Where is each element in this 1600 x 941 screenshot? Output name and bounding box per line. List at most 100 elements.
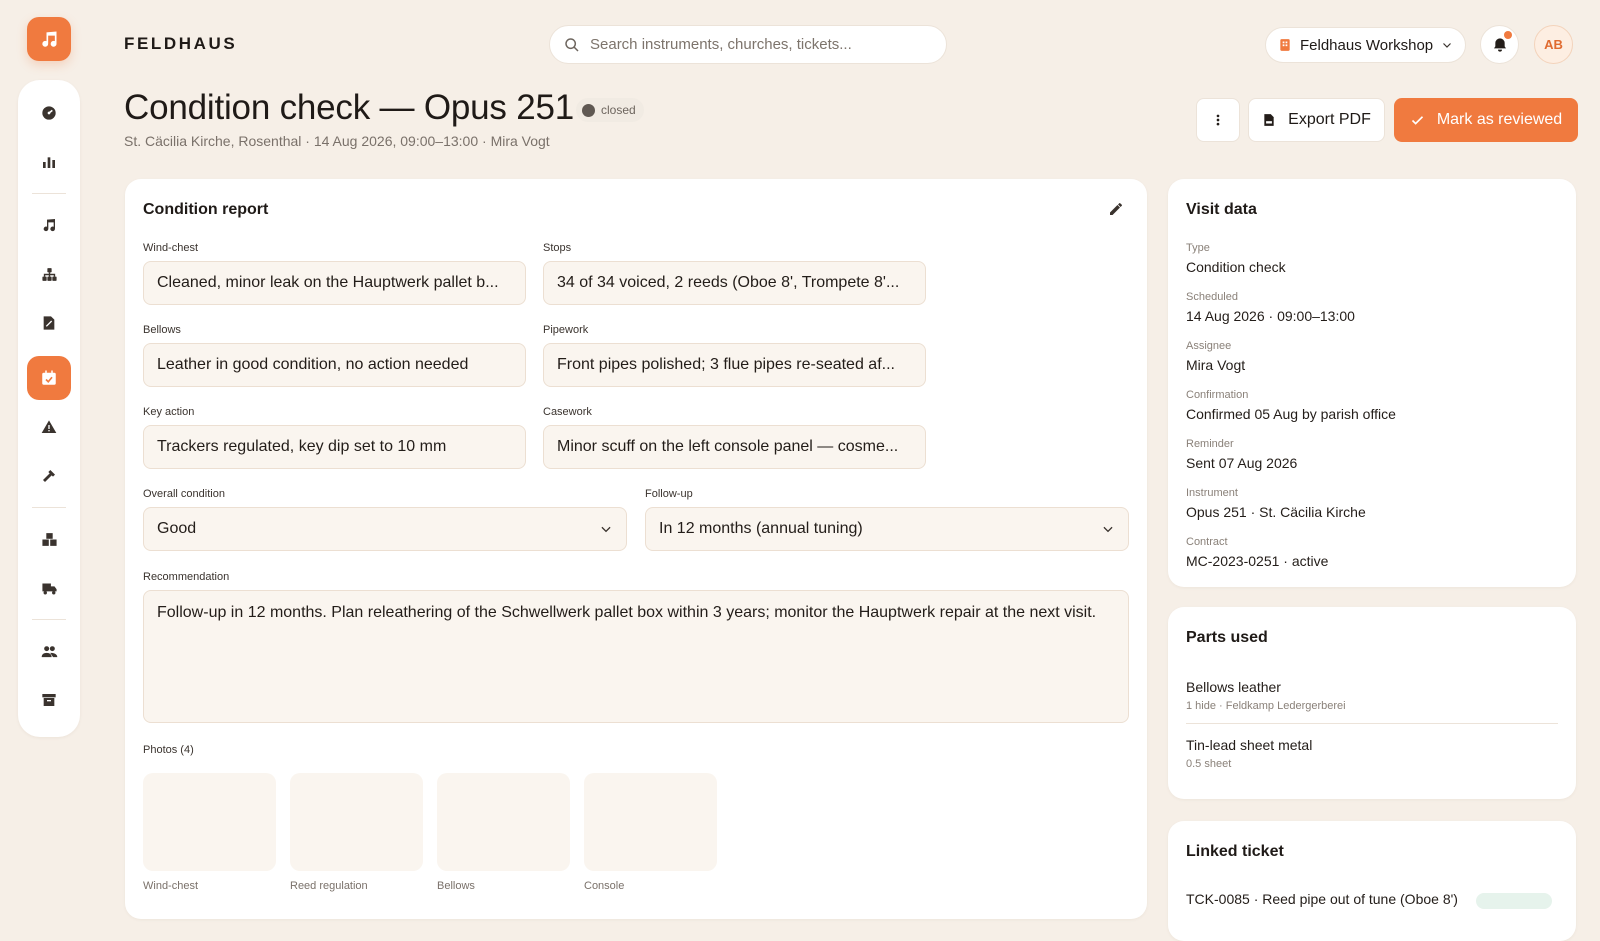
linked-ticket-link[interactable]: TCK-0085 · Reed pipe out of tune (Oboe 8… bbox=[1186, 891, 1458, 907]
search-placeholder: Search instruments, churches, tickets... bbox=[590, 36, 852, 53]
bellows-label: Bellows bbox=[143, 324, 181, 336]
nav-divider bbox=[32, 619, 66, 620]
key-action-field[interactable]: Trackers regulated, key dip set to 10 mm bbox=[143, 425, 526, 469]
linked-ticket-card: Linked ticket TCK-0085 · Reed pipe out o… bbox=[1168, 821, 1576, 941]
stops-label: Stops bbox=[543, 242, 572, 254]
nav-divider bbox=[32, 507, 66, 508]
parts-used-title: Parts used bbox=[1186, 629, 1268, 646]
overall-condition-value: Good bbox=[157, 520, 197, 537]
visit-data-card: Visit data Type Condition check Schedule… bbox=[1168, 179, 1576, 587]
analytics-icon bbox=[43, 157, 55, 168]
sidebar-nav bbox=[18, 80, 80, 737]
photo-thumbnail[interactable] bbox=[143, 773, 276, 871]
pipework-label: Pipework bbox=[543, 324, 589, 336]
recommendation-textarea[interactable]: Follow-up in 12 months. Plan releatherin… bbox=[143, 590, 1129, 723]
page-title: Condition check — Opus 251 bbox=[124, 88, 575, 127]
bellows-field[interactable]: Leather in good condition, no action nee… bbox=[143, 343, 526, 387]
parts-used-card: Parts used Bellows leather 1 hide · Feld… bbox=[1168, 607, 1576, 799]
music-note-icon bbox=[42, 31, 57, 47]
nav-analytics[interactable] bbox=[27, 140, 71, 184]
calendar-icon bbox=[42, 370, 56, 385]
condition-report-title: Condition report bbox=[143, 201, 269, 218]
inventory-icon bbox=[41, 532, 57, 546]
page-subtitle: St. Cäcilia Kirche, Rosenthal · 14 Aug 2… bbox=[124, 133, 550, 149]
nav-tools[interactable] bbox=[27, 454, 71, 498]
stops-field[interactable]: 34 of 34 voiced, 2 reeds (Oboe 8', Tromp… bbox=[543, 261, 926, 305]
casework-label: Casework bbox=[543, 406, 592, 418]
wind-chest-field[interactable]: Cleaned, minor leak on the Hauptwerk pal… bbox=[143, 261, 526, 305]
visit-row-label: Type bbox=[1186, 242, 1210, 254]
visit-row-label: Assignee bbox=[1186, 340, 1232, 352]
follow-up-label: Follow-up bbox=[645, 488, 693, 500]
notifications-button[interactable] bbox=[1480, 25, 1519, 64]
follow-up-value: In 12 months (annual tuning) bbox=[659, 520, 863, 537]
instruments-icon bbox=[43, 219, 56, 232]
status-badge: closed bbox=[576, 98, 644, 122]
more-options-button[interactable] bbox=[1196, 98, 1240, 142]
visit-row-label: Scheduled bbox=[1186, 291, 1238, 303]
visit-row-value: Opus 251 · St. Cäcilia Kirche bbox=[1186, 504, 1366, 520]
export-pdf-button[interactable]: Export PDF bbox=[1248, 98, 1385, 142]
bellows-value: Leather in good condition, no action nee… bbox=[157, 356, 469, 373]
workspace-name: Feldhaus Workshop bbox=[1300, 36, 1434, 54]
photo-caption: Console bbox=[584, 880, 625, 892]
casework-field[interactable]: Minor scuff on the left console panel — … bbox=[543, 425, 926, 469]
overall-condition-select[interactable]: Good bbox=[143, 507, 627, 551]
status-dot bbox=[582, 103, 595, 117]
overall-condition-label: Overall condition bbox=[143, 488, 225, 500]
nav-reports[interactable] bbox=[27, 301, 71, 345]
nav-inventory[interactable] bbox=[27, 517, 71, 561]
nav-archive[interactable] bbox=[27, 678, 71, 722]
photo-thumbnail[interactable] bbox=[290, 773, 423, 871]
organization-icon bbox=[41, 267, 57, 281]
nav-team[interactable] bbox=[27, 629, 71, 673]
part-divider bbox=[1186, 723, 1558, 724]
chevron-down-icon bbox=[601, 526, 611, 533]
visit-row-value: Sent 07 Aug 2026 bbox=[1186, 455, 1298, 471]
status-label: closed bbox=[601, 103, 636, 117]
notification-dot bbox=[1504, 31, 1512, 39]
pipework-field[interactable]: Front pipes polished; 3 flue pipes re-se… bbox=[543, 343, 926, 387]
stops-value: 34 of 34 voiced, 2 reeds (Oboe 8', Tromp… bbox=[557, 274, 900, 291]
nav-warnings[interactable] bbox=[27, 405, 71, 449]
photo-thumbnail[interactable] bbox=[437, 773, 570, 871]
search-input[interactable]: Search instruments, churches, tickets... bbox=[549, 25, 947, 64]
check-icon bbox=[1411, 115, 1423, 125]
dashboard-icon bbox=[42, 106, 56, 120]
part-name: Tin-lead sheet metal bbox=[1186, 737, 1313, 753]
mark-reviewed-label: Mark as reviewed bbox=[1436, 111, 1563, 128]
recommendation-label: Recommendation bbox=[143, 571, 230, 583]
more-vertical-icon bbox=[1216, 114, 1220, 126]
app-logo[interactable] bbox=[27, 17, 71, 61]
key-action-label: Key action bbox=[143, 406, 195, 418]
team-icon bbox=[41, 645, 57, 657]
bell-icon bbox=[1493, 37, 1506, 52]
part-name: Bellows leather bbox=[1186, 679, 1281, 695]
follow-up-select[interactable]: In 12 months (annual tuning) bbox=[645, 507, 1129, 551]
wind-chest-value: Cleaned, minor leak on the Hauptwerk pal… bbox=[157, 274, 499, 291]
nav-instruments[interactable] bbox=[27, 203, 71, 247]
photo-thumbnail[interactable] bbox=[584, 773, 717, 871]
mark-reviewed-button[interactable]: Mark as reviewed bbox=[1394, 98, 1578, 142]
casework-value: Minor scuff on the left console panel — … bbox=[557, 438, 899, 455]
visit-row-value: Condition check bbox=[1186, 259, 1286, 275]
visit-row-label: Reminder bbox=[1186, 438, 1234, 450]
photo-caption: Wind-chest bbox=[143, 880, 199, 892]
archive-icon bbox=[42, 694, 56, 706]
visit-row-value: Mira Vogt bbox=[1186, 357, 1246, 373]
reports-icon bbox=[43, 316, 55, 330]
nav-dashboard[interactable] bbox=[27, 91, 71, 135]
workspace-switcher[interactable]: Feldhaus Workshop bbox=[1265, 27, 1466, 63]
nav-calendar[interactable] bbox=[27, 356, 71, 400]
user-avatar[interactable]: AB bbox=[1534, 25, 1573, 64]
nav-organization[interactable] bbox=[27, 252, 71, 296]
wind-chest-label: Wind-chest bbox=[143, 242, 199, 254]
tools-icon bbox=[43, 470, 55, 482]
nav-delivery[interactable] bbox=[27, 566, 71, 610]
edit-pencil-icon[interactable] bbox=[1108, 201, 1124, 217]
pdf-file-icon bbox=[1264, 114, 1274, 126]
export-pdf-label: Export PDF bbox=[1288, 111, 1371, 128]
key-action-value: Trackers regulated, key dip set to 10 mm bbox=[157, 438, 447, 455]
delivery-icon bbox=[41, 583, 57, 594]
pipework-value: Front pipes polished; 3 flue pipes re-se… bbox=[557, 356, 895, 373]
